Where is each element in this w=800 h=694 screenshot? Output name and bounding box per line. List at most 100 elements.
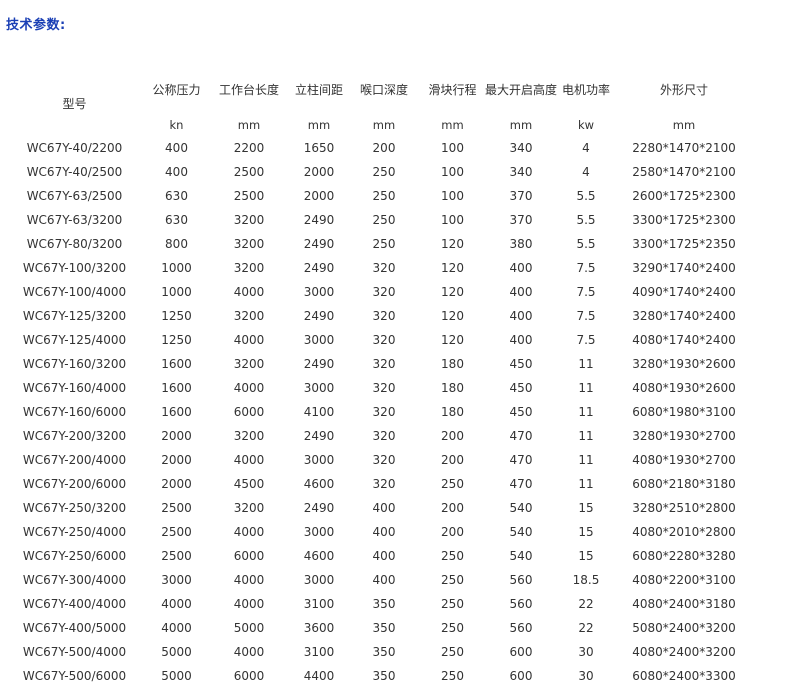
cell-overall-dimensions: 4080*2400*3180 [632, 597, 736, 611]
cell-table-length: 5000 [233, 621, 265, 635]
cell-motor-power: 7.5 [576, 261, 596, 275]
cell-throat-depth: 320 [372, 453, 396, 467]
table-row: WC67Y-125/3200 1250 3200 2490 320 120 400 7.5 32… [0, 304, 757, 328]
cell-max-open-height: 450 [509, 381, 533, 395]
cell-overall-dimensions: 4080*1930*2700 [632, 453, 736, 467]
cell-motor-power: 11 [578, 477, 594, 491]
cell-model: WC67Y-80/3200 [26, 237, 123, 251]
cell-motor-power: 15 [578, 549, 594, 563]
cell-max-open-height: 400 [509, 309, 533, 323]
cell-slider-stroke: 250 [441, 573, 464, 587]
cell-max-open-height: 370 [509, 213, 533, 227]
cell-throat-depth: 400 [372, 549, 396, 563]
cell-table-length: 3200 [233, 357, 265, 371]
cell-nominal-pressure: 400 [165, 165, 188, 179]
cell-motor-power: 5.5 [576, 237, 596, 251]
cell-overall-dimensions: 6080*2400*3300 [632, 669, 736, 683]
cell-motor-power: 4 [582, 141, 590, 155]
cell-model: WC67Y-500/4000 [22, 645, 127, 659]
table-row: WC67Y-160/6000 1600 6000 4100 320 180 450 11 608… [0, 400, 757, 424]
cell-table-length: 4000 [233, 285, 265, 299]
cell-throat-depth: 400 [372, 525, 396, 539]
cell-max-open-height: 400 [509, 261, 533, 275]
cell-slider-stroke: 120 [441, 309, 464, 323]
cell-table-length: 3200 [233, 429, 265, 443]
table-row: WC67Y-250/3200 2500 3200 2490 400 200 540 15 328… [0, 496, 757, 520]
cell-throat-depth: 250 [372, 237, 396, 251]
cell-table-length: 3200 [233, 309, 265, 323]
cell-nominal-pressure: 2000 [161, 429, 192, 443]
cell-model: WC67Y-160/4000 [22, 381, 127, 395]
table-row: WC67Y-160/3200 1600 3200 2490 320 180 450 11 328… [0, 352, 757, 376]
cell-motor-power: 30 [578, 645, 594, 659]
cell-nominal-pressure: 2000 [161, 453, 192, 467]
cell-column-distance: 2000 [303, 189, 335, 203]
cell-overall-dimensions: 6080*1980*3100 [632, 405, 736, 419]
cell-throat-depth: 320 [372, 381, 396, 395]
cell-column-distance: 2490 [303, 237, 335, 251]
cell-max-open-height: 540 [509, 525, 533, 539]
unit-model [0, 114, 149, 136]
cell-column-distance: 2000 [303, 165, 335, 179]
cell-motor-power: 11 [578, 429, 594, 443]
cell-model: WC67Y-250/6000 [22, 549, 127, 563]
cell-slider-stroke: 200 [441, 429, 464, 443]
cell-table-length: 6000 [233, 669, 265, 683]
cell-max-open-height: 560 [509, 597, 533, 611]
cell-column-distance: 2490 [303, 357, 335, 371]
cell-model: WC67Y-100/3200 [22, 261, 127, 275]
cell-slider-stroke: 180 [441, 381, 464, 395]
cell-overall-dimensions: 6080*2180*3180 [632, 477, 736, 491]
cell-motor-power: 5.5 [576, 213, 596, 227]
cell-column-distance: 1650 [303, 141, 335, 155]
cell-throat-depth: 320 [372, 477, 396, 491]
cell-max-open-height: 400 [509, 333, 533, 347]
cell-nominal-pressure: 4000 [161, 621, 192, 635]
cell-throat-depth: 250 [372, 189, 396, 203]
cell-motor-power: 18.5 [572, 573, 600, 587]
cell-column-distance: 4600 [303, 477, 335, 491]
cell-column-distance: 3100 [303, 645, 335, 659]
cell-overall-dimensions: 4080*1930*2600 [632, 381, 736, 395]
cell-motor-power: 22 [578, 597, 594, 611]
cell-throat-depth: 320 [372, 405, 396, 419]
cell-model: WC67Y-500/6000 [22, 669, 127, 683]
cell-column-distance: 3100 [303, 597, 335, 611]
cell-table-length: 4000 [233, 381, 265, 395]
cell-model: WC67Y-400/4000 [22, 597, 127, 611]
cell-table-length: 4500 [233, 477, 265, 491]
cell-overall-dimensions: 3300*1725*2300 [632, 213, 736, 227]
cell-nominal-pressure: 400 [165, 141, 188, 155]
cell-max-open-height: 380 [509, 237, 533, 251]
cell-model: WC67Y-40/2500 [26, 165, 123, 179]
cell-overall-dimensions: 3280*1930*2700 [632, 429, 736, 443]
cell-overall-dimensions: 3280*2510*2800 [632, 501, 736, 515]
cell-max-open-height: 470 [509, 453, 533, 467]
cell-column-distance: 2490 [303, 213, 335, 227]
table-row: WC67Y-400/4000 4000 4000 3100 350 250 560 22 408… [0, 592, 757, 616]
cell-max-open-height: 540 [509, 501, 533, 515]
cell-nominal-pressure: 1600 [161, 405, 192, 419]
cell-model: WC67Y-400/5000 [22, 621, 127, 635]
cell-slider-stroke: 120 [441, 285, 464, 299]
table-row: WC67Y-200/3200 2000 3200 2490 320 200 470 11 328… [0, 424, 757, 448]
cell-overall-dimensions: 4090*1740*2400 [632, 285, 736, 299]
cell-max-open-height: 470 [509, 477, 533, 491]
cell-nominal-pressure: 1000 [161, 285, 192, 299]
cell-overall-dimensions: 3290*1740*2400 [632, 261, 736, 275]
cell-slider-stroke: 200 [441, 501, 464, 515]
header-max-open-height: 最大开启高度 [484, 83, 557, 97]
unit-table-length: mm [237, 118, 261, 132]
cell-column-distance: 3000 [303, 333, 335, 347]
cell-motor-power: 11 [578, 381, 594, 395]
cell-nominal-pressure: 800 [165, 237, 188, 251]
cell-column-distance: 2490 [303, 309, 335, 323]
unit-slider-stroke: mm [441, 118, 464, 132]
cell-table-length: 4000 [233, 573, 265, 587]
cell-slider-stroke: 120 [441, 237, 464, 251]
cell-motor-power: 30 [578, 669, 594, 683]
cell-overall-dimensions: 2580*1470*2100 [632, 165, 736, 179]
cell-column-distance: 3000 [303, 453, 335, 467]
table-row: WC67Y-125/4000 1250 4000 3000 320 120 400 7.5 40… [0, 328, 757, 352]
cell-nominal-pressure: 1250 [161, 333, 192, 347]
